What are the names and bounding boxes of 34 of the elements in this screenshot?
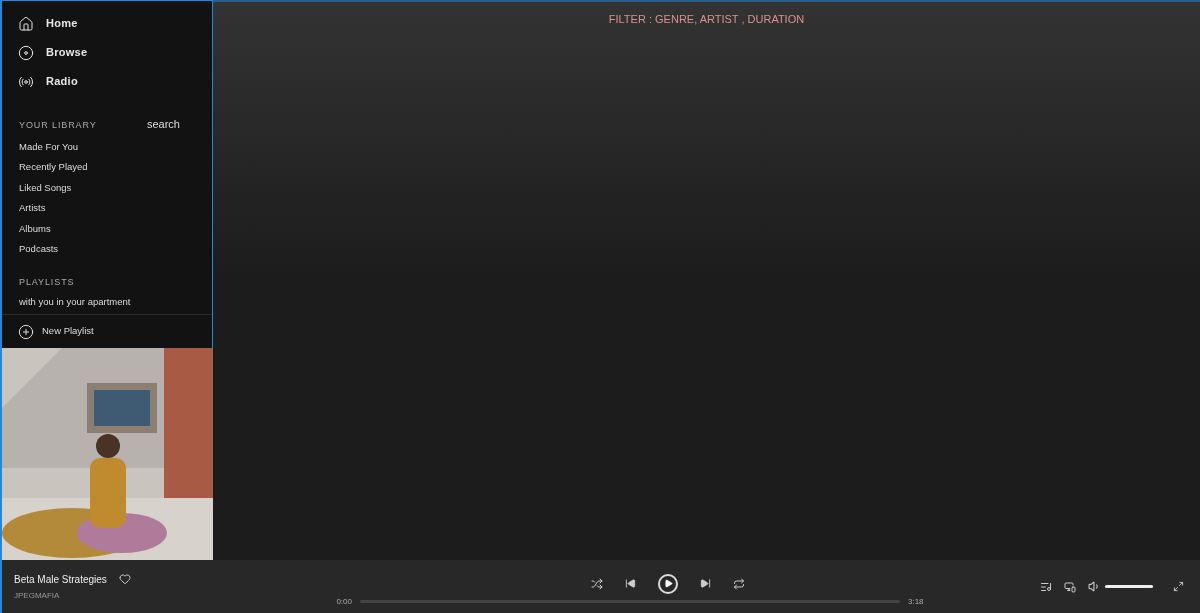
section-heading: PLAYLISTS xyxy=(18,275,76,289)
search-link[interactable]: search xyxy=(146,116,180,133)
heart-icon[interactable] xyxy=(118,573,131,585)
library-item[interactable]: Liked Songs xyxy=(19,177,195,198)
next-icon[interactable] xyxy=(700,578,711,589)
home-icon xyxy=(18,15,34,32)
library-item[interactable]: Artists xyxy=(19,198,195,219)
library-item[interactable]: Podcasts xyxy=(19,239,195,260)
plus-icon xyxy=(18,323,34,340)
nav-item[interactable]: Home xyxy=(18,13,196,34)
play-icon xyxy=(663,579,673,588)
artist-name: JPEGMAFIA xyxy=(14,589,61,602)
queue-icon[interactable] xyxy=(1040,580,1052,593)
library-item[interactable]: Made For You xyxy=(19,136,195,157)
new-playlist-button[interactable]: New Playlist xyxy=(18,323,94,340)
track-title: Beta Male Strategies xyxy=(14,572,107,587)
fullscreen-icon[interactable] xyxy=(1173,581,1184,592)
play-button[interactable] xyxy=(658,573,678,594)
playlist-item[interactable]: with you in your apartment xyxy=(19,293,195,311)
library-item[interactable]: Recently Played xyxy=(19,157,195,178)
section-heading: YOUR LIBRARY xyxy=(19,119,97,132)
shuffle-icon[interactable] xyxy=(591,577,603,590)
nav-item[interactable]: Browse xyxy=(18,42,196,63)
repeat-icon[interactable] xyxy=(733,577,745,590)
filter-label: FILTER : GENRE, ARTIST , DURATION xyxy=(608,12,805,27)
speaker-icon[interactable] xyxy=(1088,580,1101,593)
elapsed-time: 0:00 xyxy=(336,595,352,608)
disc-icon xyxy=(18,44,34,61)
devices-icon[interactable] xyxy=(1064,580,1076,593)
previous-icon[interactable] xyxy=(625,578,636,589)
volume-slider[interactable] xyxy=(1105,585,1153,588)
library-item[interactable]: Albums xyxy=(19,218,195,239)
duration-time: 3:18 xyxy=(908,595,924,608)
nav-item[interactable]: Radio xyxy=(18,71,196,92)
